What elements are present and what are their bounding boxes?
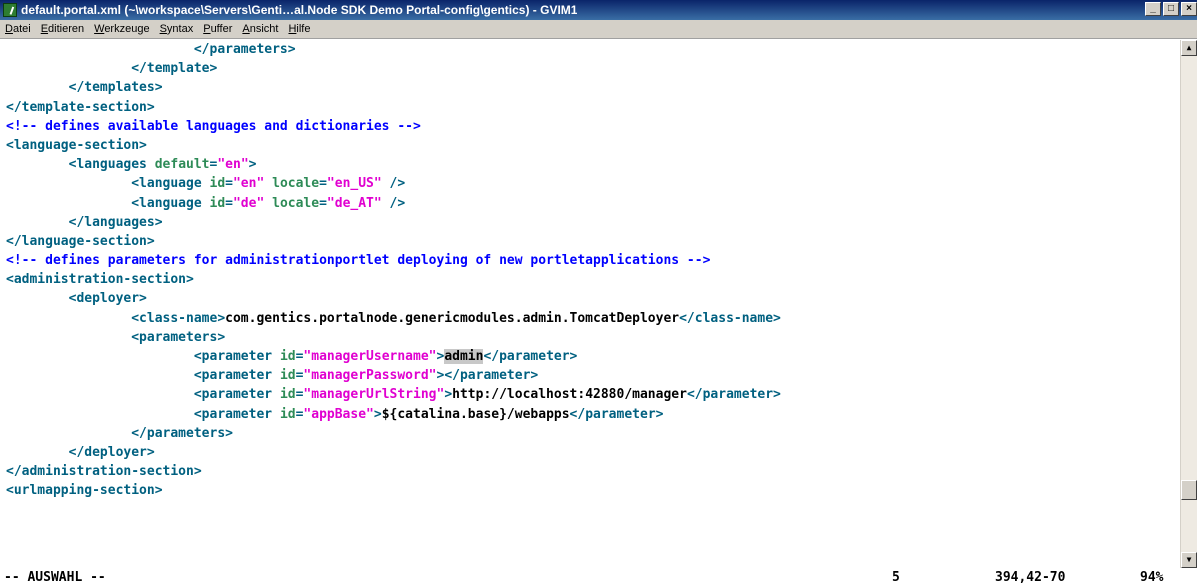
menu-editieren[interactable]: Editieren [36,23,89,35]
code-line: </deployer> [6,444,155,460]
code-line: <language-section> [6,137,147,153]
gvim-app-icon[interactable] [3,3,17,17]
close-button[interactable]: × [1181,2,1197,16]
code-line: </languages> [6,214,163,230]
selection-count: 5 [892,570,900,585]
code-line: </language-section> [6,233,155,249]
code-line: <language id="en" locale="en_US" /> [6,176,406,192]
code-line: <language id="de" locale="de_AT" /> [6,195,406,211]
code-line: <parameter id="managerUsername">admin</p… [6,349,578,364]
window-controls: _ □ × [1145,2,1197,16]
code-line: </templates> [6,80,163,96]
code-line: </parameters> [6,42,296,57]
menu-syntax[interactable]: Syntax [155,23,199,35]
status-line: -- AUSWAHL -- 5 394,42-70 94% [0,568,1197,588]
scroll-percent: 94% [1140,570,1164,585]
scrollbar-thumb[interactable] [1181,480,1197,500]
code-line: </template-section> [6,99,155,115]
scroll-down-arrow-icon[interactable]: ▼ [1181,552,1197,568]
code-line: <parameter id="managerPassword"></parame… [6,368,539,384]
maximize-button[interactable]: □ [1163,2,1179,16]
code-line: <!-- defines parameters for administrati… [6,253,711,269]
code-line: <!-- defines available languages and dic… [6,118,421,134]
editor-text-area[interactable]: </parameters> </template> </templates> <… [0,40,1180,568]
menu-bar: Datei Editieren Werkzeuge Syntax Puffer … [0,20,1197,39]
code-line: <class-name>com.gentics.portalnode.gener… [6,310,781,326]
cursor-position: 394,42-70 [995,570,1066,585]
code-line: <administration-section> [6,272,194,288]
mode-indicator: -- AUSWAHL -- [4,570,106,585]
code-line: <urlmapping-section> [6,483,163,499]
window-title: default.portal.xml (~\workspace\Servers\… [21,3,578,17]
code-line: <parameter id="managerUrlString">http://… [6,387,781,403]
menu-puffer[interactable]: Puffer [198,23,237,35]
code-line: </parameters> [6,425,233,441]
title-bar[interactable]: default.portal.xml (~\workspace\Servers\… [0,0,1197,20]
scroll-up-arrow-icon[interactable]: ▲ [1181,40,1197,56]
minimize-button[interactable]: _ [1145,2,1161,16]
vertical-scrollbar[interactable]: ▲ ▼ [1180,40,1197,568]
code-line: </template> [6,61,218,77]
code-line: <deployer> [6,291,147,307]
selected-text: admin [444,349,484,364]
menu-werkzeuge[interactable]: Werkzeuge [89,23,154,35]
code-line: </administration-section> [6,464,202,480]
menu-datei[interactable]: Datei [0,23,36,35]
code-line: <parameter id="appBase">${catalina.base}… [6,406,664,422]
code-line: <languages default="en"> [6,157,257,173]
menu-hilfe[interactable]: Hilfe [283,23,315,35]
menu-ansicht[interactable]: Ansicht [237,23,283,35]
code-line: <parameters> [6,329,226,345]
